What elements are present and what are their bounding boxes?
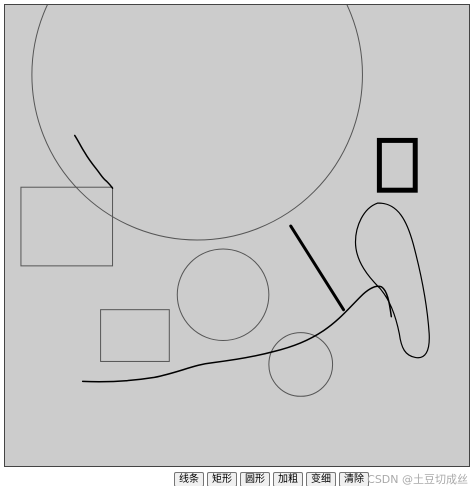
clear-button[interactable]: 清除 [339,472,369,486]
drawn-rect-left [20,186,114,267]
drawn-stroke-freehand-3 [354,202,430,359]
drawn-circle-medium [176,248,270,342]
thin-button[interactable]: 变细 [306,472,336,486]
line-tool-button[interactable]: 线条 [174,472,204,486]
drawn-rect-thick [376,137,418,193]
drawn-rect-lower [100,309,170,362]
drawing-canvas[interactable] [4,4,470,467]
toolbar: 线条 矩形 圆形 加粗 变细 清除 [174,472,369,486]
drawn-line-thick [289,224,346,312]
rect-tool-button[interactable]: 矩形 [207,472,237,486]
watermark-text: CSDN @土豆切成丝 [367,473,468,486]
drawn-stroke-freehand-2 [81,285,393,383]
drawn-circle-large [31,5,363,241]
drawing-app: 线条 矩形 圆形 加粗 变细 清除 CSDN @土豆切成丝 [0,0,474,486]
drawing-surface[interactable] [5,5,469,466]
drawn-stroke-freehand-1 [73,134,114,189]
thicken-button[interactable]: 加粗 [273,472,303,486]
circle-tool-button[interactable]: 圆形 [240,472,270,486]
